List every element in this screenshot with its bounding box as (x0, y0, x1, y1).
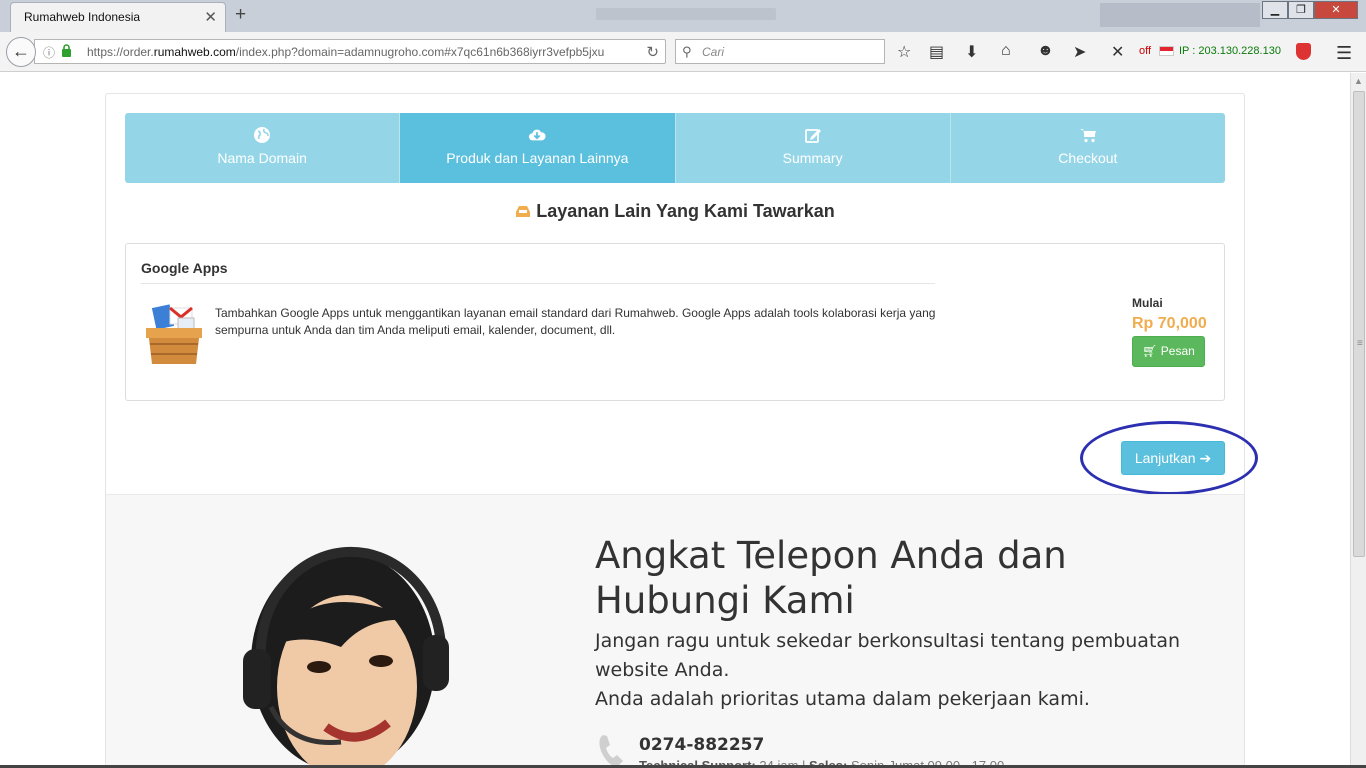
shield-icon[interactable] (1296, 43, 1311, 60)
minimize-button[interactable]: ▁ (1262, 1, 1288, 19)
scroll-up-arrow-icon[interactable]: ▲ (1354, 76, 1363, 86)
lock-icon (62, 44, 71, 57)
step-summary[interactable]: Summary (675, 113, 951, 183)
step-label: Produk dan Layanan Lainnya (446, 150, 629, 166)
chat-icon[interactable]: ☻ (1037, 42, 1054, 60)
step-produk-layanan[interactable]: Produk dan Layanan Lainnya (400, 113, 676, 183)
step-label: Nama Domain (217, 150, 307, 166)
reading-list-icon[interactable]: ▤ (929, 42, 944, 62)
order-steps: Nama Domain Produk dan Layanan Lainnya S… (125, 113, 1225, 183)
search-bar[interactable]: ⚲ Cari (675, 39, 885, 64)
product-price: Rp 70,000 (1132, 315, 1207, 332)
product-name: Google Apps (141, 260, 228, 276)
search-icon: ⚲ (682, 44, 692, 59)
url-prefix: https://order. (87, 45, 154, 59)
step-checkout[interactable]: Checkout (950, 113, 1225, 183)
price-label: Mulai (1132, 296, 1163, 310)
edit-icon (804, 129, 821, 143)
phone-icon (599, 735, 623, 767)
browser-navbar: ⓘ https://order.rumahweb.com/index.php?d… (0, 32, 1366, 72)
contact-description: Jangan ragu untuk sekedar berkonsultasi … (595, 627, 1195, 714)
titlebar-blur (1100, 3, 1260, 27)
phone-number: 0274-882257 (639, 735, 765, 755)
product-description: Tambahkan Google Apps untuk menggantikan… (215, 306, 936, 337)
cart-icon: 🛒︎ (1142, 344, 1158, 358)
url-text[interactable]: https://order.rumahweb.com/index.php?dom… (87, 45, 607, 59)
globe-icon (254, 127, 271, 143)
search-placeholder: Cari (702, 45, 725, 59)
step-label: Checkout (1058, 150, 1118, 166)
tab-close-icon[interactable]: ✕ (204, 8, 217, 26)
restore-button[interactable]: ❐ (1288, 1, 1314, 19)
browser-tab[interactable]: Rumahweb Indonesia ✕ (10, 2, 226, 32)
vertical-scrollbar[interactable]: ▲ ≡ (1350, 73, 1366, 768)
bookmark-star-icon[interactable]: ☆ (897, 42, 911, 62)
window-controls: ▁ ❐ ✕ (1262, 1, 1358, 19)
inbox-icon (516, 206, 531, 217)
tab-title: Rumahweb Indonesia (24, 10, 141, 24)
download-icon[interactable]: ⬇ (965, 42, 978, 62)
url-bar[interactable]: ⓘ https://order.rumahweb.com/index.php?d… (34, 39, 666, 64)
ip-status-off[interactable]: off (1139, 45, 1151, 57)
window-close-button[interactable]: ✕ (1314, 1, 1358, 19)
hamburger-menu-icon[interactable]: ☰ (1336, 43, 1352, 64)
order-button-label: Pesan (1160, 344, 1195, 358)
product-panel: Google Apps Tambahkan Google Apps untuk … (125, 243, 1225, 401)
contact-line-2: Anda adalah prioritas utama dalam pekerj… (595, 688, 1090, 710)
url-path: /index.php?domain=adamnugroho.com#x7qc61… (235, 45, 605, 59)
step-nama-domain[interactable]: Nama Domain (125, 113, 401, 183)
indonesia-flag-icon (1159, 46, 1174, 56)
scrollbar-thumb[interactable]: ≡ (1353, 91, 1365, 557)
order-button[interactable]: 🛒︎ Pesan (1132, 336, 1205, 367)
grip-icon: ≡ (1357, 338, 1363, 349)
info-icon[interactable]: ⓘ (43, 44, 55, 61)
url-domain: rumahweb.com (153, 45, 236, 59)
close-x-icon[interactable]: ✕ (1111, 42, 1124, 62)
step-label: Summary (782, 150, 843, 166)
divider (141, 283, 935, 284)
google-apps-box-icon (146, 304, 202, 364)
annotation-ellipse (1080, 421, 1258, 495)
page-content: Nama Domain Produk dan Layanan Lainnya S… (0, 73, 1350, 768)
ip-address: IP : 203.130.228.130 (1179, 45, 1281, 57)
contact-title: Angkat Telepon Anda dan Hubungi Kami (595, 534, 1067, 622)
cloud-download-icon (529, 129, 546, 141)
contact-line-1: Jangan ragu untuk sekedar berkonsultasi … (595, 630, 1181, 681)
browser-titlebar: Rumahweb Indonesia ✕ + ▁ ❐ ✕ (0, 0, 1366, 32)
window-title-blur (596, 8, 776, 20)
new-tab-button[interactable]: + (235, 4, 246, 26)
back-arrow-icon: ← (12, 41, 30, 61)
home-icon[interactable]: ⌂ (1001, 42, 1011, 60)
contact-section: Angkat Telepon Anda dan Hubungi Kami Jan… (106, 494, 1244, 768)
back-button[interactable]: ← (6, 37, 36, 67)
support-agent-image (243, 546, 449, 768)
cart-icon (1079, 129, 1096, 143)
reload-icon[interactable]: ↻ (646, 43, 659, 61)
send-icon[interactable]: ➤ (1073, 42, 1086, 62)
section-title-text: Layanan Lain Yang Kami Tawarkan (536, 201, 835, 221)
section-title: Layanan Lain Yang Kami Tawarkan (0, 201, 1350, 222)
